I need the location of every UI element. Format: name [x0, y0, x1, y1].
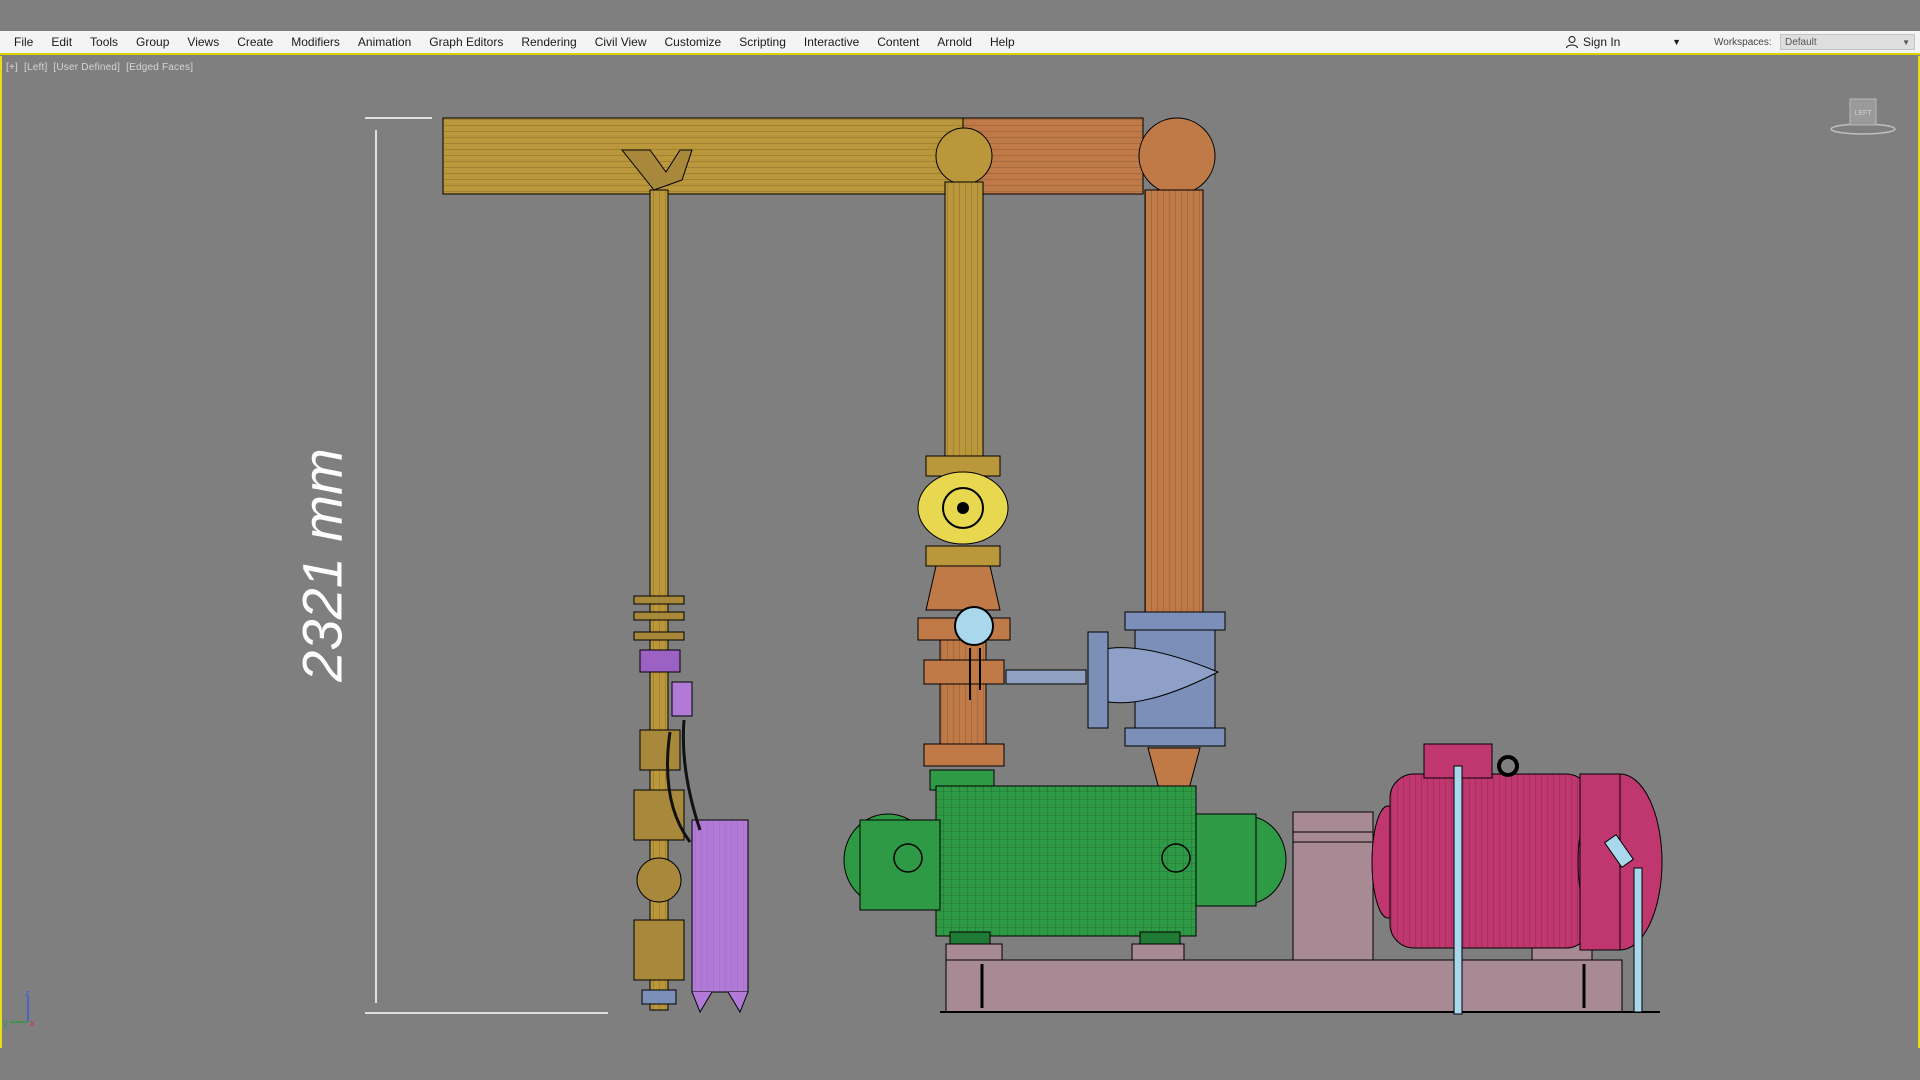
coupling-guard: [1292, 811, 1374, 961]
axis-x-label: x: [30, 1018, 35, 1028]
axis-tripod-icon: z y x: [3, 988, 35, 1028]
bottom-strip: [0, 1048, 1920, 1080]
gold-riser-pipe: [944, 181, 984, 459]
gold-elbow: [935, 127, 993, 185]
axis-y-label: y: [3, 1018, 8, 1028]
axis-z-label: z: [25, 988, 30, 998]
drain-fittings: [633, 595, 693, 1005]
multistage-pump: [843, 769, 1287, 947]
dimension-line: [365, 117, 608, 1014]
butterfly-valve: [917, 455, 1009, 567]
check-valve: [1087, 611, 1226, 747]
discharge-spool: [917, 565, 1011, 767]
top-header-pipe: [442, 117, 1144, 195]
bypass-pipe: [1005, 669, 1087, 685]
orange-elbow: [1138, 117, 1216, 195]
scene-3d-model: z y x: [3, 117, 1663, 1028]
